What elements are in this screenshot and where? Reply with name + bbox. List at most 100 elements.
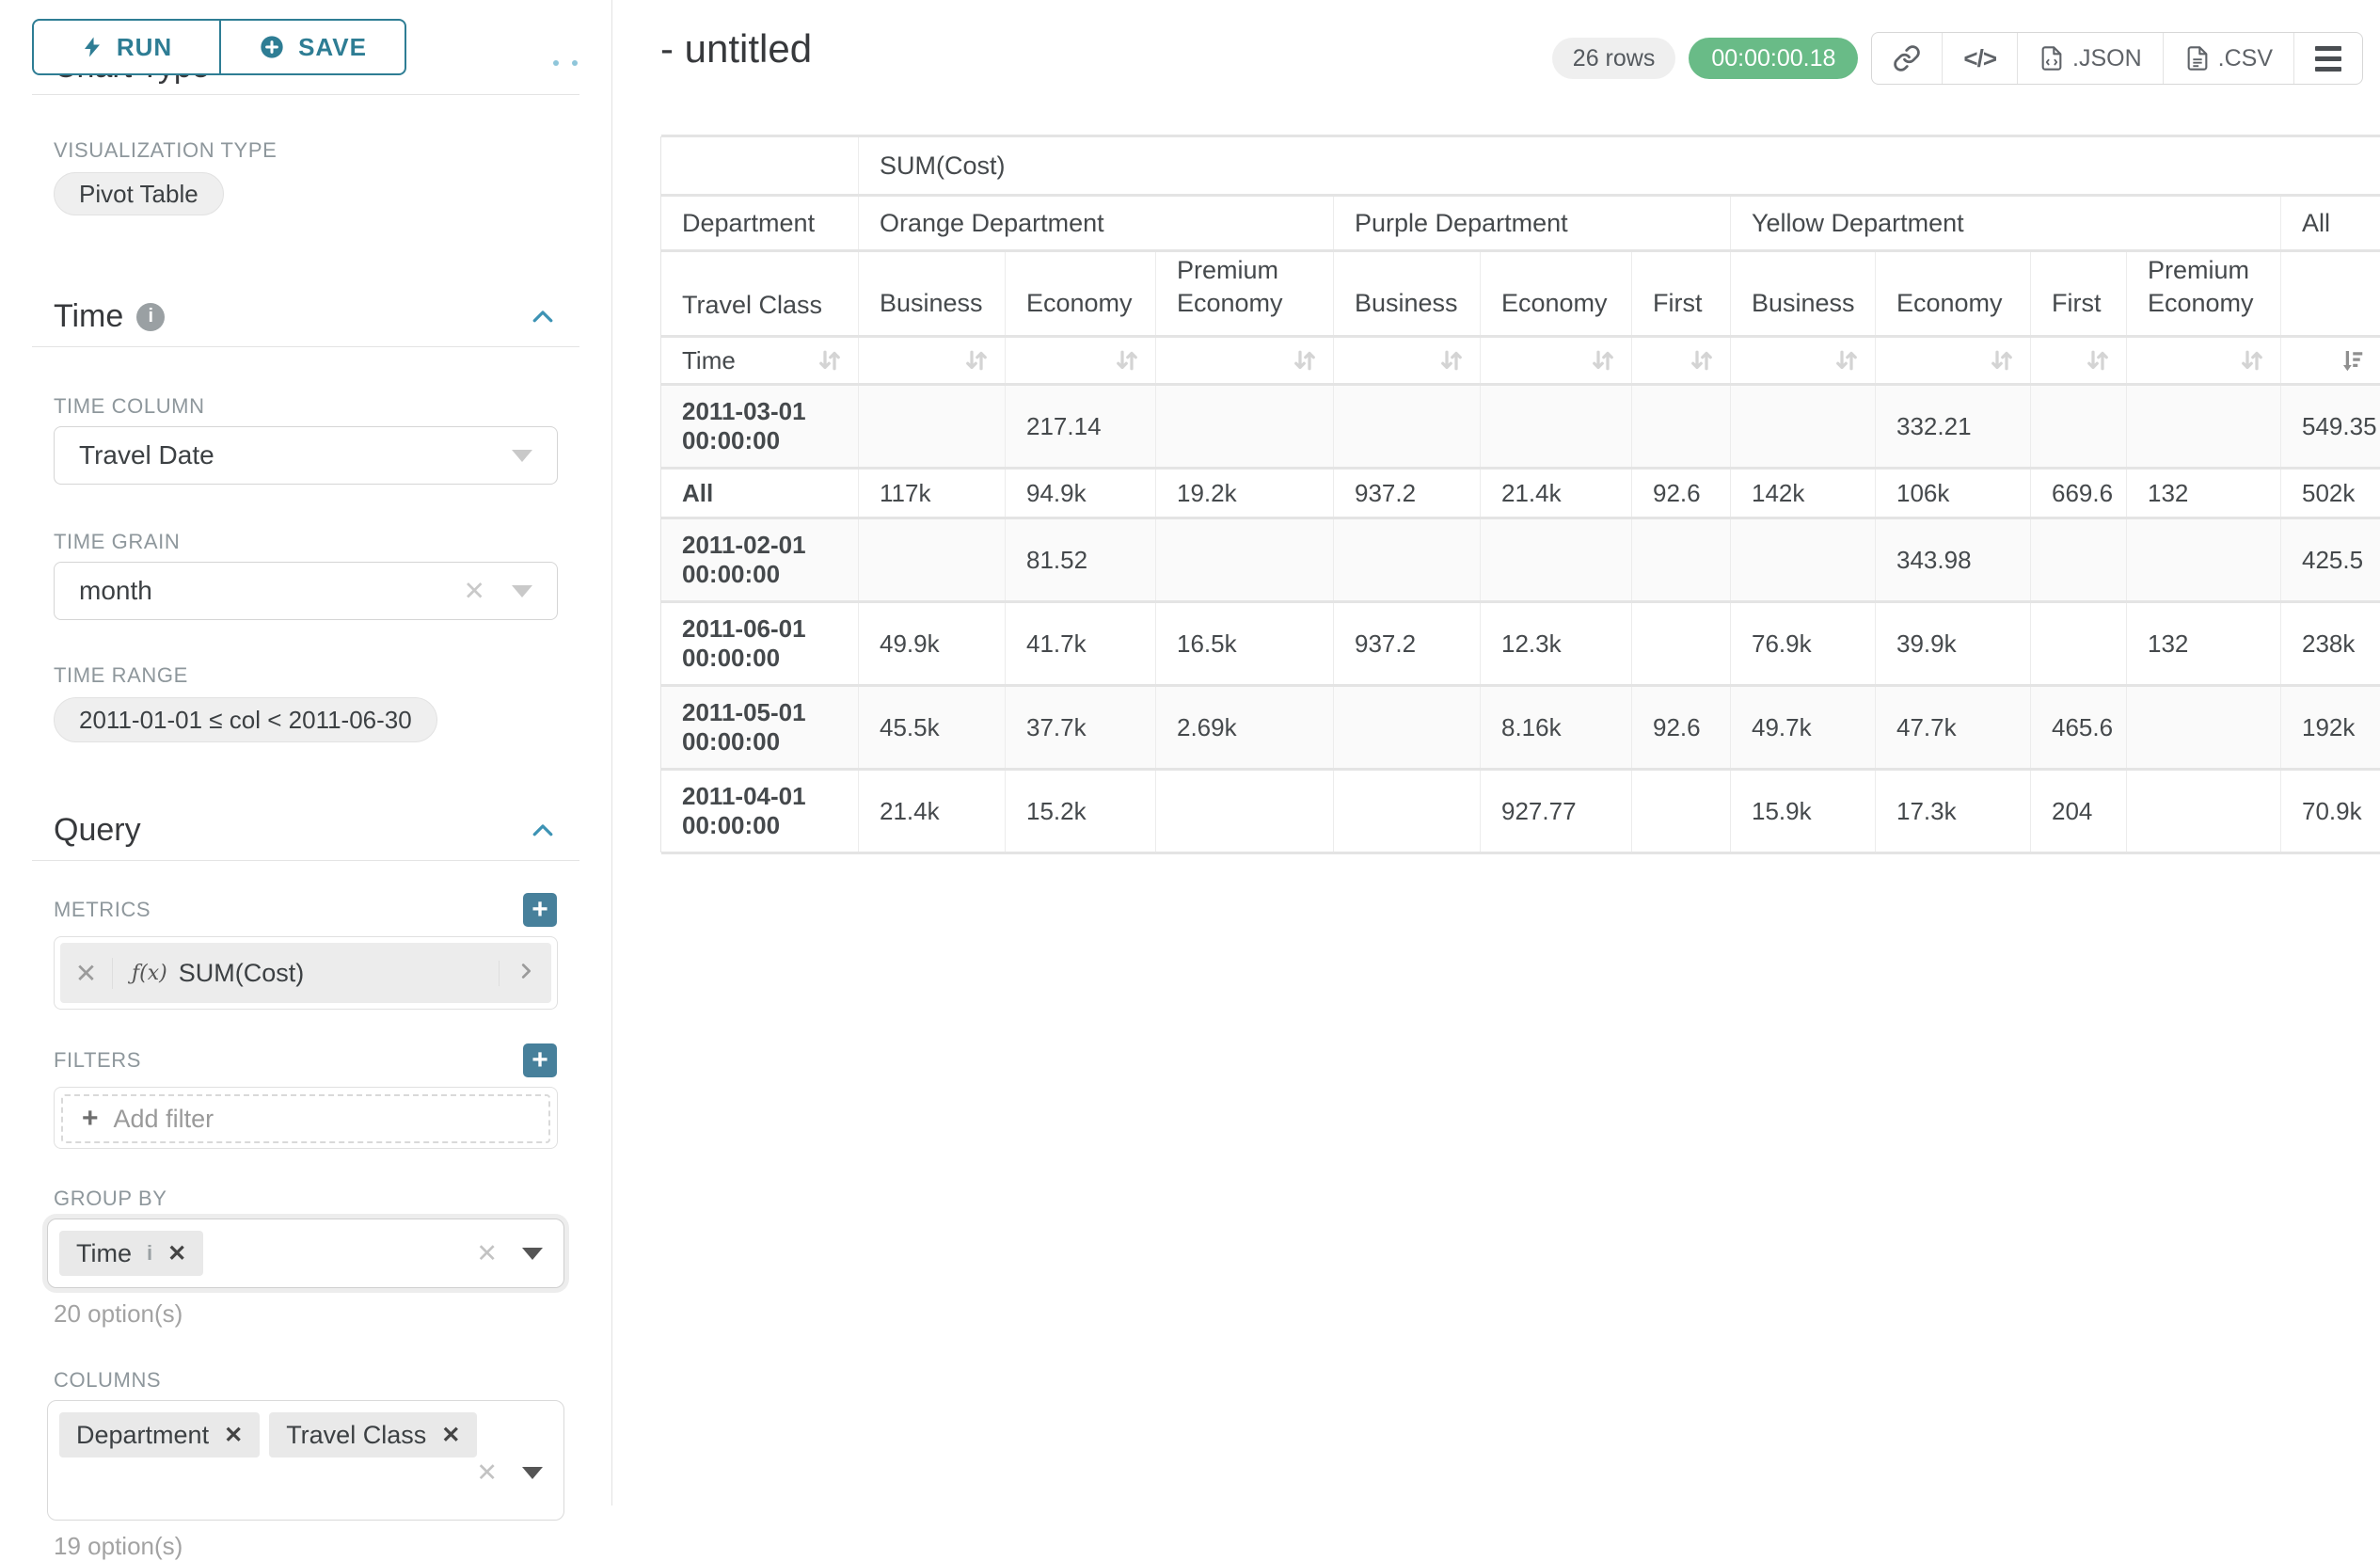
row-header-cell: 2011-04-01 00:00:00 [661, 771, 859, 852]
value-cell [1156, 771, 1334, 852]
chart-title[interactable]: - untitled [660, 26, 812, 72]
sort-header-cell[interactable] [2031, 338, 2127, 383]
time-column-select[interactable]: Travel Date [54, 426, 558, 485]
sort-header-cell[interactable] [1006, 338, 1156, 383]
group-by-select[interactable]: Timei✕ ✕ [47, 1219, 564, 1288]
sort-header-cell[interactable] [1334, 338, 1481, 383]
value-cell: 76.9k [1731, 603, 1876, 684]
save-button[interactable]: SAVE [220, 19, 406, 75]
subcolumn-header [2281, 252, 2380, 335]
sort-header-cell[interactable] [1876, 338, 2031, 383]
sort-icon[interactable] [1290, 346, 1320, 374]
columns-options-hint: 19 option(s) [54, 1532, 579, 1561]
visualization-type-pill[interactable]: Pivot Table [54, 172, 224, 215]
subcolumn-header: Economy [1876, 252, 2031, 335]
chevron-up-icon[interactable] [529, 303, 557, 331]
sort-header-cell[interactable] [1481, 338, 1632, 383]
column-group-header: Purple Department [1334, 197, 1731, 249]
value-cell [1156, 519, 1334, 600]
dimension-chip[interactable]: Travel Class✕ [269, 1412, 477, 1457]
add-filter-dropzone[interactable]: + Add filter [61, 1094, 550, 1143]
sort-icon[interactable] [1436, 346, 1467, 374]
sort-icon[interactable] [2237, 346, 2267, 374]
sort-header-cell[interactable] [1632, 338, 1731, 383]
value-cell [1731, 519, 1876, 600]
sort-header-cell[interactable] [1731, 338, 1876, 383]
actions-bar: RUN SAVE [32, 19, 406, 75]
sort-icon[interactable] [1112, 346, 1142, 374]
more-options-button[interactable] [2293, 33, 2362, 84]
remove-chip-icon[interactable]: ✕ [441, 1422, 460, 1449]
query-section-header[interactable]: Query [54, 812, 557, 849]
export-json-button[interactable]: .JSON [2017, 33, 2163, 84]
sort-icon[interactable] [1588, 346, 1618, 374]
export-csv-button[interactable]: .CSV [2163, 33, 2293, 84]
value-cell: 425.5 [2281, 519, 2380, 600]
sort-icon[interactable] [815, 346, 845, 374]
dimension-chip[interactable]: Department✕ [59, 1412, 260, 1457]
value-cell: 92.6 [1632, 687, 1731, 768]
sort-header-cell[interactable] [859, 338, 1006, 383]
sort-header-cell[interactable] [2127, 338, 2281, 383]
remove-metric-icon[interactable]: ✕ [60, 958, 113, 989]
sort-icon[interactable] [961, 346, 992, 374]
metric-item[interactable]: ✕ ƒ(x) SUM(Cost) [60, 943, 551, 1003]
copy-link-button[interactable] [1872, 33, 1942, 84]
value-cell: 21.4k [1481, 470, 1632, 517]
pivot-table: SUM(Cost)DepartmentOrange DepartmentPurp… [660, 136, 2380, 852]
sort-descending-icon[interactable] [2337, 346, 2367, 374]
subcolumn-header: Economy [1481, 252, 1632, 335]
corner-cell [661, 137, 859, 194]
column-group-header: All [2281, 197, 2380, 249]
remove-chip-icon[interactable]: ✕ [167, 1240, 186, 1267]
sort-icon[interactable] [1832, 346, 1862, 374]
value-cell [1481, 386, 1632, 467]
row-dimension-header: Department [661, 197, 859, 249]
value-cell [1334, 519, 1481, 600]
value-cell: 937.2 [1334, 470, 1481, 517]
clear-icon[interactable]: ✕ [464, 576, 485, 607]
sort-icon[interactable] [1987, 346, 2017, 374]
time-range-label: TIME RANGE [54, 663, 579, 688]
sort-header-cell[interactable] [1156, 338, 1334, 383]
columns-select[interactable]: Department✕Travel Class✕ ✕ [47, 1400, 564, 1521]
sort-icon[interactable] [2083, 346, 2113, 374]
value-cell: 927.77 [1481, 771, 1632, 852]
sort-header-cell[interactable] [2281, 338, 2380, 383]
add-filter-button[interactable]: + [523, 1043, 557, 1077]
value-cell: 17.3k [1876, 771, 2031, 852]
info-icon[interactable]: i [136, 303, 165, 331]
group-by-label: GROUP BY [54, 1187, 579, 1211]
filters-label: FILTERS [54, 1048, 141, 1073]
value-cell [859, 519, 1006, 600]
add-metric-button[interactable]: + [523, 893, 557, 927]
time-range-pill[interactable]: 2011-01-01 ≤ col < 2011-06-30 [54, 697, 437, 742]
query-duration-badge: 00:00:00.18 [1689, 38, 1858, 79]
panel-drag-handle-icon[interactable] [553, 60, 578, 66]
clear-icon[interactable]: ✕ [476, 1458, 498, 1488]
metric-header-cell: SUM(Cost) [859, 137, 2380, 194]
view-query-button[interactable]: </> [1942, 33, 2017, 84]
value-cell: 19.2k [1156, 470, 1334, 517]
subcolumn-header: Business [1334, 252, 1481, 335]
chevron-up-icon[interactable] [529, 817, 557, 845]
subcolumn-header: Business [1731, 252, 1876, 335]
run-button[interactable]: RUN [32, 19, 220, 75]
time-grain-select[interactable]: month ✕ [54, 562, 558, 620]
sort-icon[interactable] [1687, 346, 1717, 374]
sort-header-cell[interactable]: Time [661, 338, 859, 383]
value-cell [2127, 771, 2281, 852]
value-cell: 132 [2127, 603, 2281, 684]
section-divider [32, 94, 579, 95]
section-divider [32, 346, 579, 347]
time-section-header[interactable]: Time i [54, 298, 557, 335]
clear-icon[interactable]: ✕ [476, 1239, 498, 1268]
chevron-down-icon [522, 1248, 543, 1260]
remove-chip-icon[interactable]: ✕ [224, 1422, 243, 1449]
table-row: All117k94.9k19.2k937.221.4k92.6142k106k6… [661, 470, 2380, 517]
dimension-chip[interactable]: Timei✕ [59, 1231, 203, 1276]
chevron-right-icon[interactable] [499, 961, 551, 986]
value-cell [2031, 603, 2127, 684]
info-icon[interactable]: i [147, 1241, 152, 1266]
value-cell: 21.4k [859, 771, 1006, 852]
